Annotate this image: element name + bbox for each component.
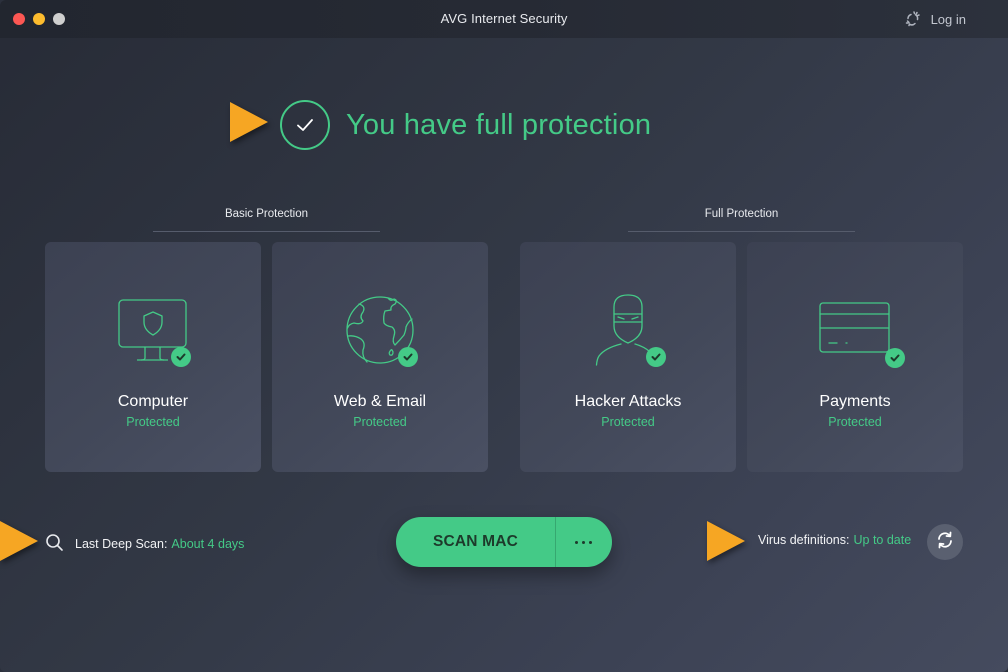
- section-divider-basic: [153, 231, 380, 232]
- card-web-email[interactable]: Web & Email Protected: [272, 242, 488, 472]
- more-dots-icon: [581, 540, 585, 544]
- card-status: Protected: [601, 415, 655, 429]
- card-title: Web & Email: [333, 393, 427, 410]
- card-status: Protected: [828, 415, 882, 429]
- card-status: Protected: [126, 415, 180, 429]
- more-dots-icon: [574, 540, 578, 544]
- annotation-arrow-headline: [230, 102, 268, 142]
- section-label-full: Full Protection: [704, 208, 779, 220]
- more-dots-icon: [588, 540, 592, 544]
- section-divider-full: [628, 231, 855, 232]
- window-title: AVG Internet Security: [440, 11, 568, 26]
- hacker-icon: [583, 290, 673, 370]
- login-button[interactable]: Log in: [904, 10, 966, 28]
- scan-options-button[interactable]: [556, 517, 612, 567]
- protection-headline: You have full protection: [346, 108, 652, 141]
- title-bar: AVG Internet Security Log in: [0, 0, 1008, 38]
- card-payments[interactable]: Payments Protected: [747, 242, 963, 472]
- globe-icon: [335, 290, 425, 370]
- protected-check-badge: [885, 348, 905, 368]
- last-deep-scan-value[interactable]: About 4 days: [171, 537, 244, 551]
- card-title: Computer: [117, 393, 189, 410]
- login-label: Log in: [930, 11, 966, 27]
- last-deep-scan-label: Last Deep Scan:: [75, 537, 168, 551]
- credit-card-icon: [810, 290, 905, 370]
- app-window: AVG Internet Security Log in You have fu…: [0, 0, 1008, 672]
- scan-button-group: SCAN MAC: [396, 517, 612, 567]
- virus-definitions-value: Up to date: [853, 533, 912, 547]
- protected-check-badge: [171, 347, 191, 367]
- card-computer[interactable]: Computer Protected: [45, 242, 261, 472]
- section-label-basic: Basic Protection: [224, 208, 309, 220]
- virus-definitions-label: Virus definitions:: [758, 533, 850, 547]
- card-status: Protected: [353, 415, 407, 429]
- protection-status: You have full protection: [280, 100, 651, 150]
- last-deep-scan: Last Deep Scan: About 4 days: [45, 533, 244, 555]
- annotation-arrow-definitions: [707, 521, 745, 561]
- card-title: Payments: [819, 393, 891, 410]
- checkmark-circle-icon: [280, 100, 330, 150]
- card-hacker-attacks[interactable]: Hacker Attacks Protected: [520, 242, 736, 472]
- annotation-arrow-scan: [0, 521, 38, 561]
- card-title: Hacker Attacks: [574, 393, 682, 410]
- refresh-icon: [935, 530, 955, 555]
- search-icon: [45, 533, 64, 555]
- virus-definitions: Virus definitions: Up to date: [758, 533, 911, 547]
- scan-mac-button[interactable]: SCAN MAC: [396, 517, 556, 567]
- monitor-shield-icon: [108, 290, 198, 370]
- protected-check-badge: [398, 347, 418, 367]
- unlinked-chain-icon: [904, 10, 922, 28]
- protected-check-badge: [646, 347, 666, 367]
- update-definitions-button[interactable]: [927, 524, 963, 560]
